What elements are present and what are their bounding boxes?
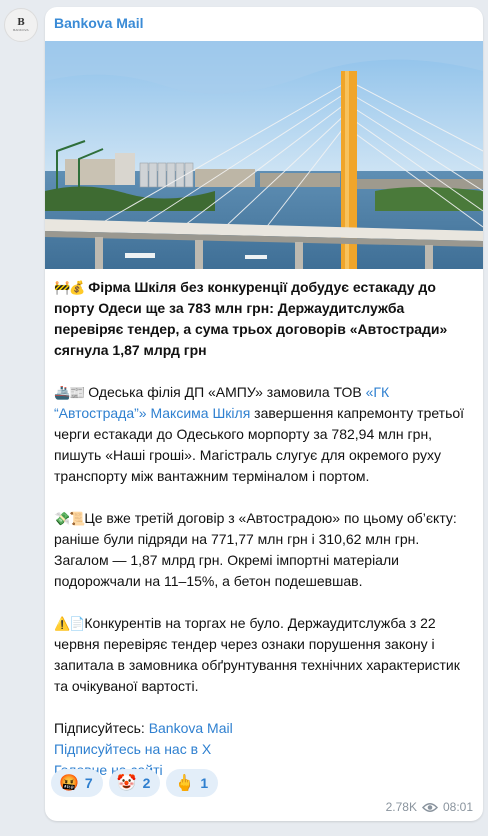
reactions-bar: 🤬 7 🤡 2 🖕 1 [51,769,219,797]
views-count: 2.78K [385,800,417,814]
warning-document-emoji: ⚠️📄 [54,616,85,631]
post-paragraph-1: 🚢📰 Одеська філія ДП «АМПУ» замовила ТОВ … [54,382,476,487]
channel-name[interactable]: Bankova Mail [54,15,143,31]
subscribe-channel-link[interactable]: Bankova Mail [149,720,233,736]
middle-finger-icon: 🖕 [174,775,195,792]
post-text: 🚧💰 Фірма Шкіля без конкуренції добудує е… [54,277,476,781]
subscribe-label: Підписуйтесь: [54,720,149,736]
port-bridge-image [45,41,483,269]
reaction-clown[interactable]: 🤡 2 [108,769,161,797]
construction-money-emoji: 🚧💰 [54,280,85,295]
channel-avatar[interactable]: B BANKOVA [4,8,38,42]
post-photo[interactable] [45,41,483,269]
reaction-count: 1 [200,775,209,791]
subscribe-x-link[interactable]: Підписуйтесь на нас в Х [54,741,211,757]
reaction-angry[interactable]: 🤬 7 [51,769,103,797]
angry-face-icon: 🤬 [59,775,79,792]
p2-text: Це вже третій договір з «Автострадою» по… [54,510,457,589]
ship-newspaper-emoji: 🚢📰 [54,385,85,400]
eye-icon [421,802,438,812]
post-paragraph-2: 💸📜Це вже третій договір з «Автострадою» … [54,508,476,592]
post-paragraph-3: ⚠️📄Конкурентів на торгах не було. Держау… [54,613,476,697]
reaction-count: 7 [84,775,93,791]
p1-before-text: Одеська філія ДП «АМПУ» замовила ТОВ [84,384,366,400]
clown-face-icon: 🤡 [116,775,137,792]
message-meta: 2.78K 08:01 [386,800,473,814]
subscribe-line: Підписуйтесь: Bankova Mail [54,718,476,739]
reaction-count: 2 [142,775,151,791]
avatar-logo-sub: BANKOVA [13,27,29,32]
post-title-text: Фірма Шкіля без конкуренції добудує еста… [54,279,448,358]
post-title: 🚧💰 Фірма Шкіля без конкуренції добудує е… [54,277,476,361]
p3-text: Конкурентів на торгах не було. Держаудит… [54,615,460,694]
message-time: 08:01 [442,800,473,814]
reaction-finger[interactable]: 🖕 1 [166,769,219,797]
message-bubble: Bankova Mail 🚧💰 Фірма Шкіля без конкурен… [45,7,483,821]
avatar-logo-letter: B [17,17,25,28]
money-scroll-emoji: 💸📜 [54,511,85,526]
